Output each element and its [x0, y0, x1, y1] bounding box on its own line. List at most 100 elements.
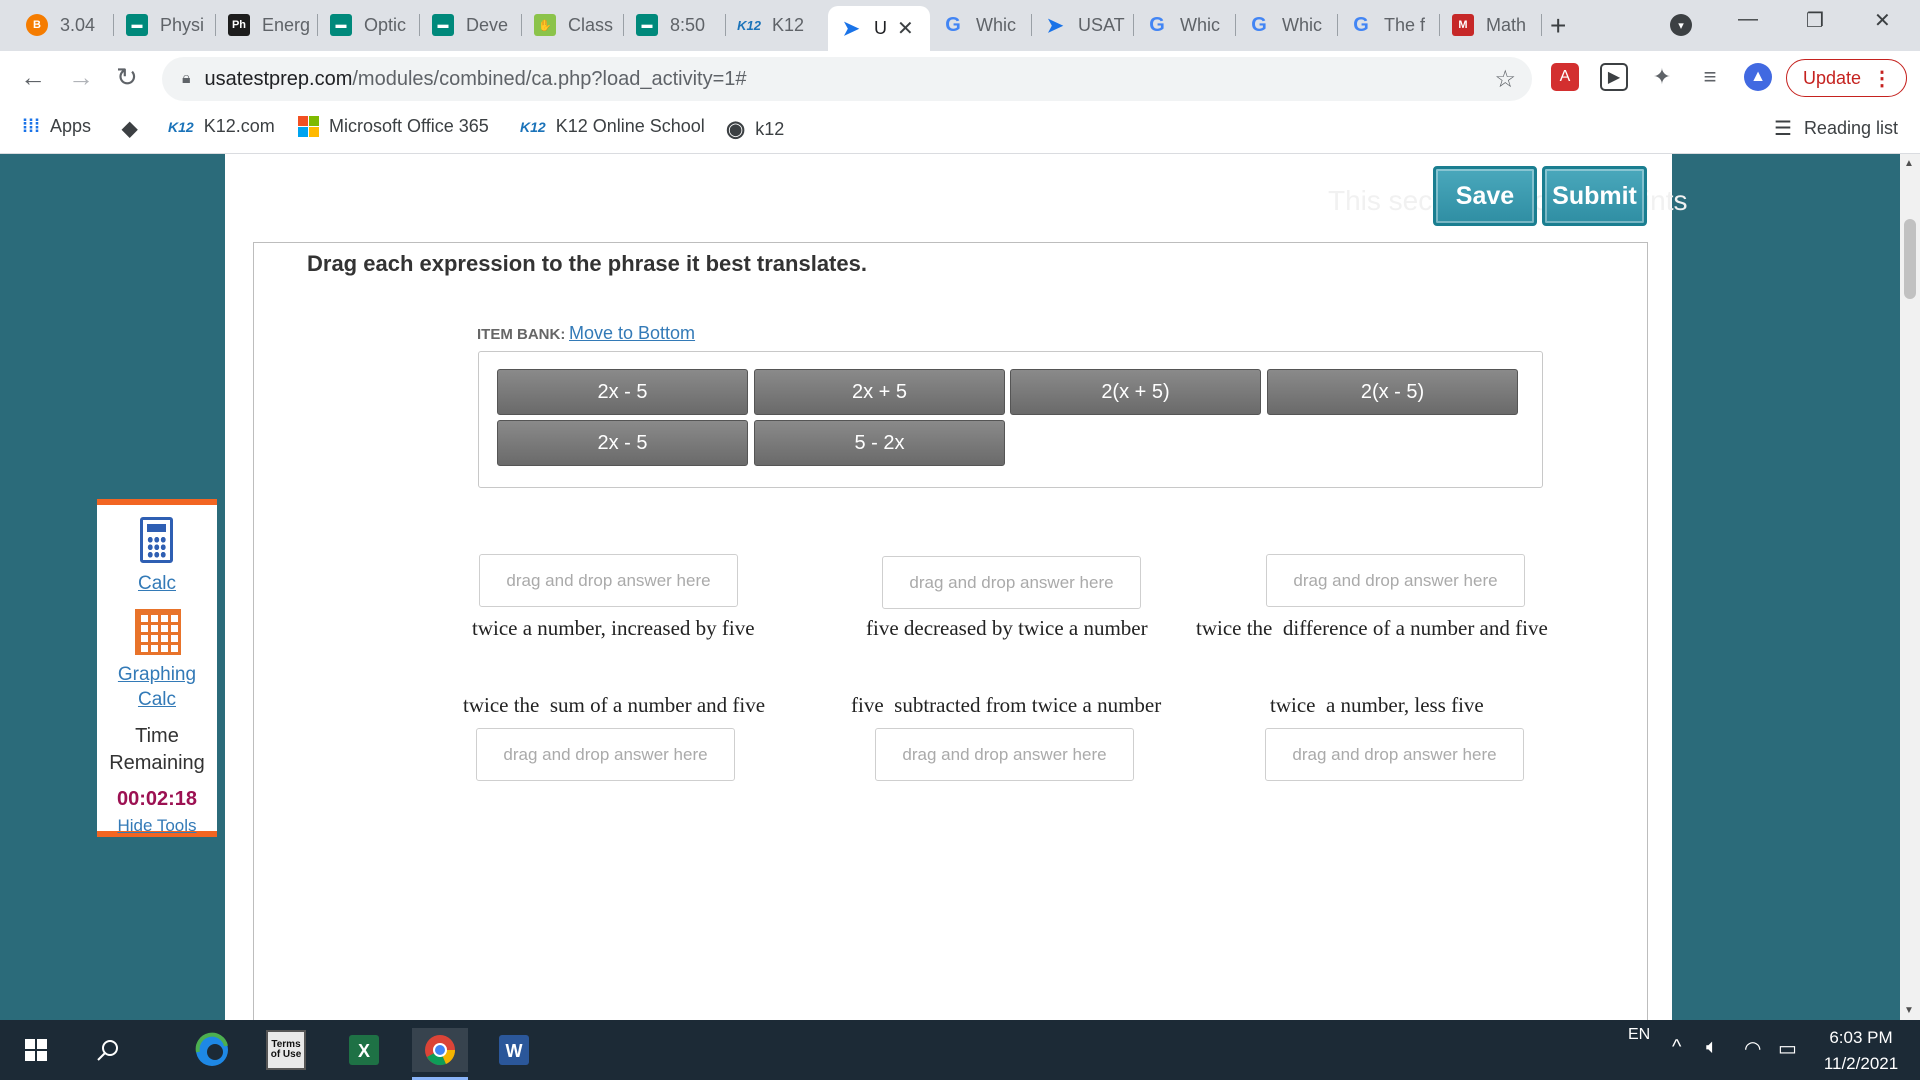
- tab-title: Class: [568, 14, 614, 35]
- drop-zone[interactable]: drag and drop answer here: [479, 554, 738, 607]
- tab-10[interactable]: G Whic: [930, 8, 1032, 42]
- close-tab-icon[interactable]: ✕: [897, 16, 914, 41]
- profile-avatar-icon[interactable]: ▲: [1744, 63, 1772, 91]
- answer-chip[interactable]: 2(x - 5): [1267, 369, 1518, 415]
- drop-zone[interactable]: drag and drop answer here: [1266, 554, 1525, 607]
- tab-1[interactable]: B 3.04: [14, 8, 114, 42]
- clock[interactable]: 6:03 PM 11/2/2021: [1815, 1025, 1907, 1077]
- reading-list-icon: ☰: [1774, 118, 1792, 140]
- phrase-label: five subtracted from twice a number: [851, 693, 1162, 717]
- google-icon: G: [1149, 13, 1165, 36]
- extensions-icon[interactable]: ✦: [1648, 63, 1676, 91]
- bookmark-star-icon[interactable]: ☆: [1494, 65, 1516, 94]
- bookmark-roblox[interactable]: ◆: [122, 116, 147, 141]
- tab-11[interactable]: ➤ USAT: [1032, 8, 1134, 42]
- update-button[interactable]: Update ⋮: [1786, 59, 1907, 97]
- answer-chip[interactable]: 2x - 5: [497, 369, 748, 415]
- answer-chip[interactable]: 2(x + 5): [1010, 369, 1261, 415]
- new-tab-icon[interactable]: +: [1550, 10, 1566, 42]
- tab-3[interactable]: Ph Energ: [216, 8, 318, 42]
- bookmark-k12com[interactable]: K12 K12.com: [168, 116, 275, 137]
- back-icon[interactable]: ←: [20, 62, 46, 93]
- tab-title: Optic: [364, 14, 407, 35]
- start-icon[interactable]: [14, 1028, 58, 1072]
- wifi-icon[interactable]: ◠: [1744, 1036, 1761, 1061]
- show-hidden-icons-icon[interactable]: ^: [1672, 1036, 1681, 1059]
- reading-list[interactable]: ☰ Reading list: [1774, 116, 1898, 141]
- excel-icon[interactable]: X: [342, 1028, 386, 1072]
- page-scrollbar[interactable]: ▲ ▼: [1900, 154, 1920, 1020]
- restore-icon[interactable]: ❐: [1806, 8, 1824, 33]
- drop-zone[interactable]: drag and drop answer here: [875, 728, 1134, 781]
- tab-title: USAT: [1078, 14, 1125, 35]
- bookmark-k12[interactable]: ◉ k12: [726, 116, 784, 142]
- calculator-icon[interactable]: [140, 517, 173, 563]
- clock-time: 6:03 PM: [1829, 1028, 1893, 1047]
- tab-7[interactable]: ▬ 8:50: [624, 8, 726, 42]
- tab-15[interactable]: M Math: [1440, 8, 1542, 42]
- bookmark-label: Apps: [49, 116, 92, 136]
- drop-zone[interactable]: drag and drop answer here: [1265, 728, 1524, 781]
- scroll-thumb[interactable]: [1904, 219, 1916, 299]
- graphing-calc-link[interactable]: Graphing Calc: [97, 662, 217, 712]
- drop-zone[interactable]: drag and drop answer here: [882, 556, 1141, 609]
- tab-title: Whic: [976, 14, 1016, 35]
- time-label-line2: Remaining: [109, 752, 205, 774]
- minimize-icon[interactable]: —: [1738, 8, 1758, 31]
- volume-icon[interactable]: 🔈︎: [1706, 1036, 1718, 1059]
- save-button[interactable]: Save: [1433, 166, 1537, 226]
- bookmark-apps[interactable]: ⁞⁞⁞ Apps: [22, 116, 91, 137]
- doc-icon: ▬: [126, 14, 148, 36]
- tab-5[interactable]: ▬ Deve: [420, 8, 522, 42]
- language-indicator[interactable]: EN: [1628, 1026, 1650, 1044]
- tab-14[interactable]: G The f: [1338, 8, 1440, 42]
- scroll-down-icon[interactable]: ▼: [1904, 1005, 1914, 1016]
- url-text[interactable]: usatestprep.com/modules/combined/ca.php?…: [205, 68, 747, 91]
- bookmark-office365[interactable]: Microsoft Office 365: [298, 116, 489, 137]
- tab-6[interactable]: ✋ Class: [522, 8, 624, 42]
- phrase-label: twice the sum of a number and five: [463, 693, 766, 717]
- move-to-bottom-link[interactable]: Move to Bottom: [569, 323, 695, 344]
- battery-icon[interactable]: ▭: [1778, 1036, 1797, 1061]
- tab-13[interactable]: G Whic: [1236, 8, 1338, 42]
- answer-chip[interactable]: 2x - 5: [497, 420, 748, 466]
- scroll-up-icon[interactable]: ▲: [1904, 158, 1914, 169]
- word-icon[interactable]: W: [492, 1028, 536, 1072]
- hide-tools-link[interactable]: Hide Tools: [97, 816, 217, 836]
- answer-chip[interactable]: 5 - 2x: [754, 420, 1005, 466]
- media-queue-icon[interactable]: ≡: [1696, 63, 1724, 91]
- search-icon[interactable]: [86, 1028, 130, 1072]
- tab-2[interactable]: ▬ Physi: [114, 8, 216, 42]
- tab-title: K12: [772, 14, 805, 35]
- page-content: This section is worth 6 points Save Subm…: [0, 154, 1900, 1020]
- doc-icon: ▬: [330, 14, 352, 36]
- acrobat-icon[interactable]: A: [1551, 63, 1579, 91]
- edge-icon[interactable]: [190, 1028, 234, 1072]
- drop-zone[interactable]: drag and drop answer here: [476, 728, 735, 781]
- terms-of-use-icon[interactable]: Terms of Use: [266, 1030, 306, 1070]
- tab-search-icon[interactable]: ▾: [1670, 14, 1692, 36]
- lock-icon: 🔒︎: [182, 70, 191, 87]
- tab-title: Whic: [1180, 14, 1220, 35]
- tab-title: 8:50: [670, 14, 706, 35]
- cursor-icon: ➤: [1046, 14, 1064, 37]
- b-circle-icon: B: [26, 14, 48, 36]
- submit-button[interactable]: Submit: [1542, 166, 1647, 226]
- tab-title: 3.04: [60, 14, 96, 35]
- screencast-icon[interactable]: ▶: [1600, 63, 1628, 91]
- chrome-icon[interactable]: [412, 1028, 468, 1080]
- reload-icon[interactable]: ↻: [116, 62, 138, 93]
- tab-4[interactable]: ▬ Optic: [318, 8, 420, 42]
- calc-link[interactable]: Calc: [97, 571, 217, 596]
- graphing-calculator-icon[interactable]: [135, 609, 181, 655]
- address-bar[interactable]: 🔒︎ usatestprep.com/modules/combined/ca.p…: [162, 57, 1532, 101]
- forward-icon[interactable]: →: [68, 62, 94, 93]
- svg-text:W: W: [506, 1041, 523, 1061]
- tab-12[interactable]: G Whic: [1134, 8, 1236, 42]
- bookmark-k12-online-school[interactable]: K12 K12 Online School: [520, 116, 705, 137]
- answer-chip[interactable]: 2x + 5: [754, 369, 1005, 415]
- close-window-icon[interactable]: ✕: [1874, 8, 1891, 33]
- tab-8[interactable]: K12 K12: [726, 8, 828, 42]
- tab-9-active[interactable]: ➤ U ✕: [828, 6, 930, 51]
- m-icon: M: [1452, 14, 1474, 36]
